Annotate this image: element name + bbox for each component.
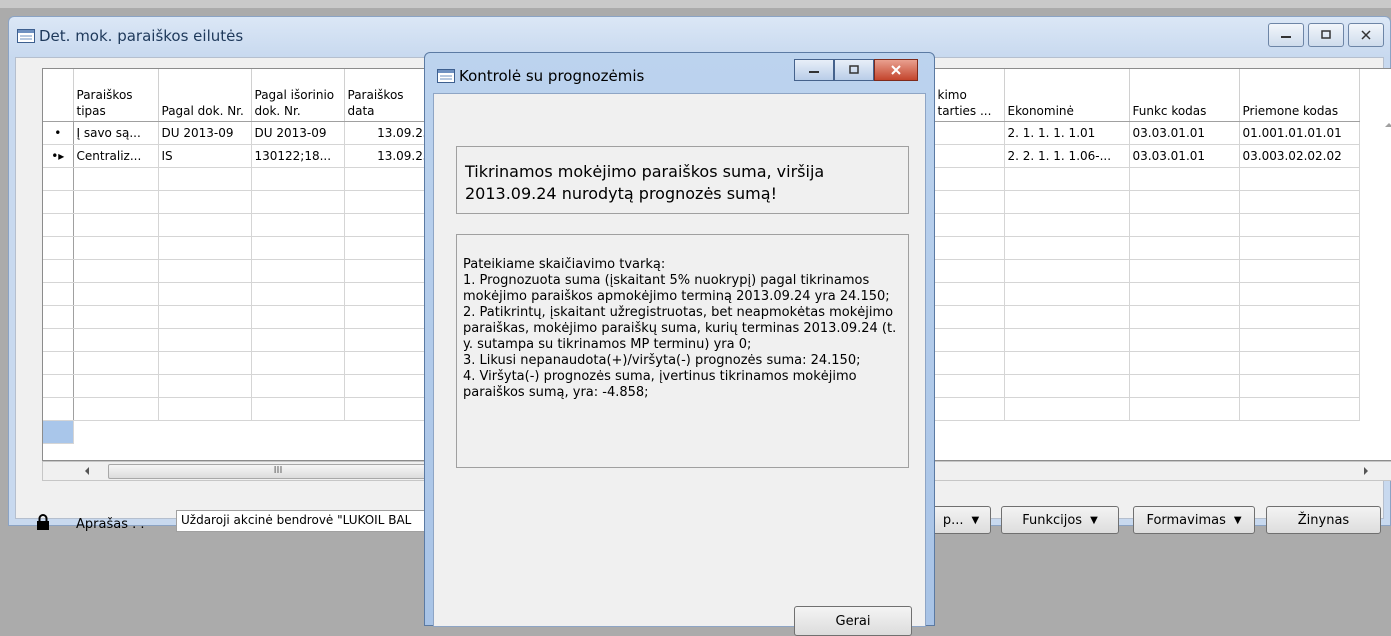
info-line: 4. Viršyta(-) prognozės suma, įvertinus … (463, 369, 857, 400)
warning-message: Tikrinamos mokėjimo paraiškos suma, virš… (456, 146, 909, 214)
cell-dok[interactable]: IS (158, 144, 252, 168)
column-header[interactable]: Paraiškos data (344, 69, 435, 122)
maximize-icon (849, 65, 859, 74)
close-icon (1361, 30, 1371, 40)
row-marker[interactable]: • (43, 121, 74, 145)
info-line: 3. Likusi nepanaudota(+)/viršyta(-) prog… (463, 353, 861, 368)
scroll-up-icon (1385, 123, 1391, 127)
cell-isor[interactable]: 130122;18... (251, 144, 345, 168)
minimize-button[interactable] (1268, 23, 1304, 47)
dialog-maximize-button[interactable] (834, 59, 874, 81)
cell-data[interactable]: 13.09.23 (344, 144, 435, 168)
partial-menu-button[interactable]: p... ▼ (931, 506, 991, 534)
row-marker[interactable]: •▸ (43, 144, 74, 168)
close-icon (891, 65, 901, 75)
cell-tipas[interactable]: Į savo są... (73, 121, 159, 145)
form-icon (437, 69, 455, 83)
dialog-close-button[interactable] (874, 59, 918, 81)
cell-isor[interactable]: DU 2013-09 (251, 121, 345, 145)
chevron-down-icon: ▼ (971, 514, 980, 526)
dialog-window-controls (794, 59, 918, 81)
column-header[interactable]: Priemone kodas (1239, 69, 1360, 122)
scroll-right-icon[interactable] (1362, 466, 1370, 476)
description-label: Aprašas . . (76, 517, 145, 532)
info-line: 1. Prognozuota suma (įskaitant 5% nuokry… (463, 273, 890, 304)
info-line: Pateikiame skaičiavimo tvarką: (463, 257, 666, 272)
cell-funkc[interactable]: 03.03.01.01 (1129, 144, 1240, 168)
functions-menu-button[interactable]: Funkcijos ▼ (1001, 506, 1119, 534)
lock-icon (37, 514, 49, 530)
calculation-details: Pateikiame skaičiavimo tvarką: 1. Progno… (456, 234, 909, 468)
column-header[interactable]: Paraiškos tipas (73, 69, 159, 122)
column-header[interactable]: Ekonominė (1004, 69, 1130, 122)
forecast-control-dialog: Kontrolė su prognozėmis Tikrinamos mokėj… (424, 52, 935, 636)
cell-dok[interactable]: DU 2013-09 (158, 121, 252, 145)
column-header[interactable]: Funkc kodas (1129, 69, 1240, 122)
cell-data[interactable]: 13.09.23 (344, 121, 435, 145)
maximize-button[interactable] (1308, 23, 1344, 47)
minimize-icon (1281, 36, 1291, 38)
column-header[interactable]: Pagal dok. Nr. (158, 69, 252, 122)
desktop-background: Det. mok. paraiškos eilutės Paraiškos ti… (0, 0, 1391, 636)
cell-priemone[interactable]: 01.001.01.01.01 (1239, 121, 1360, 145)
description-field[interactable]: Uždaroji akcinė bendrovė "LUKOIL BAL (176, 510, 446, 532)
window-controls (1268, 23, 1384, 47)
dialog-minimize-button[interactable] (794, 59, 834, 81)
chevron-down-icon: ▼ (1233, 514, 1242, 526)
window-title: Det. mok. paraiškos eilutės (39, 27, 244, 45)
cell-funkc[interactable]: 03.03.01.01 (1129, 121, 1240, 145)
cell-ekonomine[interactable]: 2. 2. 1. 1. 1.06-... (1004, 144, 1130, 168)
reference-button[interactable]: Žinynas (1266, 506, 1381, 534)
close-button[interactable] (1348, 23, 1384, 47)
row-selector-header (43, 69, 74, 122)
chevron-down-icon: ▼ (1090, 514, 1098, 526)
cell-priemone[interactable]: 03.003.02.02.02 (1239, 144, 1360, 168)
minimize-icon (809, 71, 819, 73)
form-icon (17, 29, 35, 43)
forming-menu-button[interactable]: Formavimas ▼ (1133, 506, 1255, 534)
column-header[interactable]: kimo tarties ... (934, 69, 1005, 122)
cell-ekonomine[interactable]: 2. 1. 1. 1. 1.01 (1004, 121, 1130, 145)
ok-button[interactable]: Gerai (794, 606, 912, 636)
dialog-title: Kontrolė su prognozėmis (459, 67, 645, 85)
scroll-left-icon[interactable] (83, 466, 91, 476)
maximize-icon (1321, 30, 1331, 39)
cell-tipas[interactable]: Centraliz... (73, 144, 159, 168)
scroll-thumb[interactable]: III (108, 464, 448, 479)
vertical-scrollbar[interactable] (1380, 121, 1391, 460)
dialog-client-area: Tikrinamos mokėjimo paraiškos suma, virš… (433, 93, 926, 636)
column-header[interactable]: Pagal išorinio dok. Nr. (251, 69, 345, 122)
info-line: 2. Patikrintų, įskaitant užregistruotas,… (463, 305, 897, 352)
